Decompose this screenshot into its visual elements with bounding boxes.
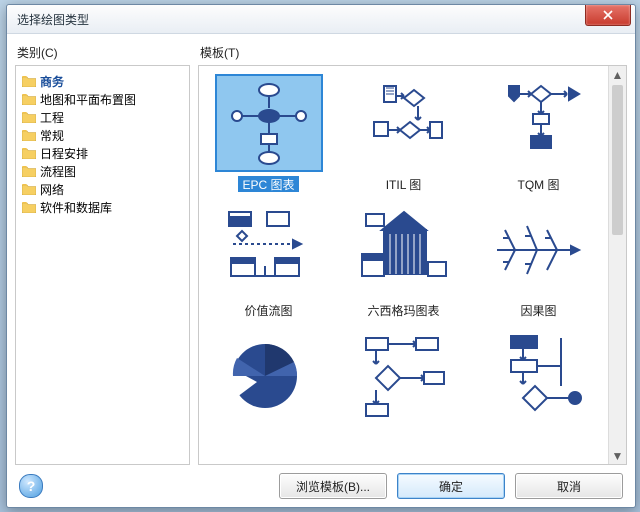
templates-label: 模板(T) xyxy=(200,44,627,61)
category-item[interactable]: 软件和数据库 xyxy=(20,198,185,216)
help-button[interactable]: ? xyxy=(19,474,43,498)
close-button[interactable] xyxy=(585,5,631,26)
cancel-button[interactable]: 取消 xyxy=(515,473,623,499)
template-thumbnail xyxy=(352,328,456,422)
template-item[interactable] xyxy=(475,328,602,444)
categories-tree[interactable]: 商务地图和平面布置图工程常规日程安排流程图网络软件和数据库 xyxy=(15,65,190,465)
template-thumbnail xyxy=(217,202,321,296)
categories-column: 类别(C) 商务地图和平面布置图工程常规日程安排流程图网络软件和数据库 xyxy=(15,40,190,465)
scroll-up-button[interactable]: ▲ xyxy=(610,66,625,83)
template-item[interactable]: TQM 图 xyxy=(475,76,602,192)
template-thumbnail xyxy=(217,76,321,170)
categories-label: 类别(C) xyxy=(17,44,190,61)
category-item[interactable]: 日程安排 xyxy=(20,144,185,162)
template-thumbnail xyxy=(352,202,456,296)
window-title: 选择绘图类型 xyxy=(17,11,89,28)
scroll-track[interactable] xyxy=(610,83,625,447)
folder-icon xyxy=(22,129,36,141)
template-thumbnail xyxy=(487,202,591,296)
folder-icon xyxy=(22,93,36,105)
template-item[interactable]: EPC 图表 xyxy=(205,76,332,192)
category-label: 日程安排 xyxy=(40,145,88,162)
template-thumbnail xyxy=(487,76,591,170)
templates-column: 模板(T) EPC 图表 ITIL 图 TQM 图价值流图 六西格玛图表 因果图 ▲ ▼ xyxy=(198,40,627,465)
template-thumbnail xyxy=(352,76,456,170)
template-label: 六西格玛图表 xyxy=(363,302,443,318)
category-label: 地图和平面布置图 xyxy=(40,91,136,108)
help-icon: ? xyxy=(27,478,36,494)
category-item[interactable]: 商务 xyxy=(20,72,185,90)
folder-icon xyxy=(22,201,36,213)
templates-panel: EPC 图表 ITIL 图 TQM 图价值流图 六西格玛图表 因果图 ▲ ▼ xyxy=(198,65,627,465)
category-label: 网络 xyxy=(40,181,64,198)
category-item[interactable]: 网络 xyxy=(20,180,185,198)
category-label: 流程图 xyxy=(40,163,76,180)
template-label: 因果图 xyxy=(516,302,560,318)
scroll-down-button[interactable]: ▼ xyxy=(610,447,625,464)
template-item[interactable]: 六西格玛图表 xyxy=(340,202,467,318)
folder-icon xyxy=(22,147,36,159)
folder-icon xyxy=(22,111,36,123)
category-item[interactable]: 地图和平面布置图 xyxy=(20,90,185,108)
template-item[interactable] xyxy=(340,328,467,444)
folder-icon xyxy=(22,75,36,87)
template-label xyxy=(265,428,273,444)
browse-templates-button[interactable]: 浏览模板(B)... xyxy=(279,473,387,499)
category-item[interactable]: 工程 xyxy=(20,108,185,126)
template-thumbnail xyxy=(487,328,591,422)
template-label xyxy=(535,428,543,444)
category-item[interactable]: 流程图 xyxy=(20,162,185,180)
template-label: TQM 图 xyxy=(514,176,564,192)
template-label: ITIL 图 xyxy=(382,176,426,192)
ok-button[interactable]: 确定 xyxy=(397,473,505,499)
templates-scrollbar[interactable]: ▲ ▼ xyxy=(608,66,626,464)
category-item[interactable]: 常规 xyxy=(20,126,185,144)
templates-viewport: EPC 图表 ITIL 图 TQM 图价值流图 六西格玛图表 因果图 xyxy=(199,66,608,464)
category-label: 商务 xyxy=(40,73,64,90)
folder-icon xyxy=(22,183,36,195)
category-label: 工程 xyxy=(40,109,64,126)
dialog-body: 类别(C) 商务地图和平面布置图工程常规日程安排流程图网络软件和数据库 模板(T… xyxy=(7,34,635,465)
template-item[interactable]: 价值流图 xyxy=(205,202,332,318)
category-label: 常规 xyxy=(40,127,64,144)
template-label: EPC 图表 xyxy=(238,176,298,192)
template-thumbnail xyxy=(217,328,321,422)
template-item[interactable]: 因果图 xyxy=(475,202,602,318)
templates-grid: EPC 图表 ITIL 图 TQM 图价值流图 六西格玛图表 因果图 xyxy=(205,76,602,444)
template-label xyxy=(400,428,408,444)
template-item[interactable] xyxy=(205,328,332,444)
titlebar: 选择绘图类型 xyxy=(7,5,635,34)
template-item[interactable]: ITIL 图 xyxy=(340,76,467,192)
folder-icon xyxy=(22,165,36,177)
close-icon xyxy=(603,10,613,20)
dialog-window: 选择绘图类型 类别(C) 商务地图和平面布置图工程常规日程安排流程图网络软件和数… xyxy=(6,4,636,508)
template-label: 价值流图 xyxy=(240,302,296,318)
category-label: 软件和数据库 xyxy=(40,199,112,216)
scroll-thumb[interactable] xyxy=(612,85,623,235)
dialog-footer: ? 浏览模板(B)... 确定 取消 xyxy=(7,465,635,507)
